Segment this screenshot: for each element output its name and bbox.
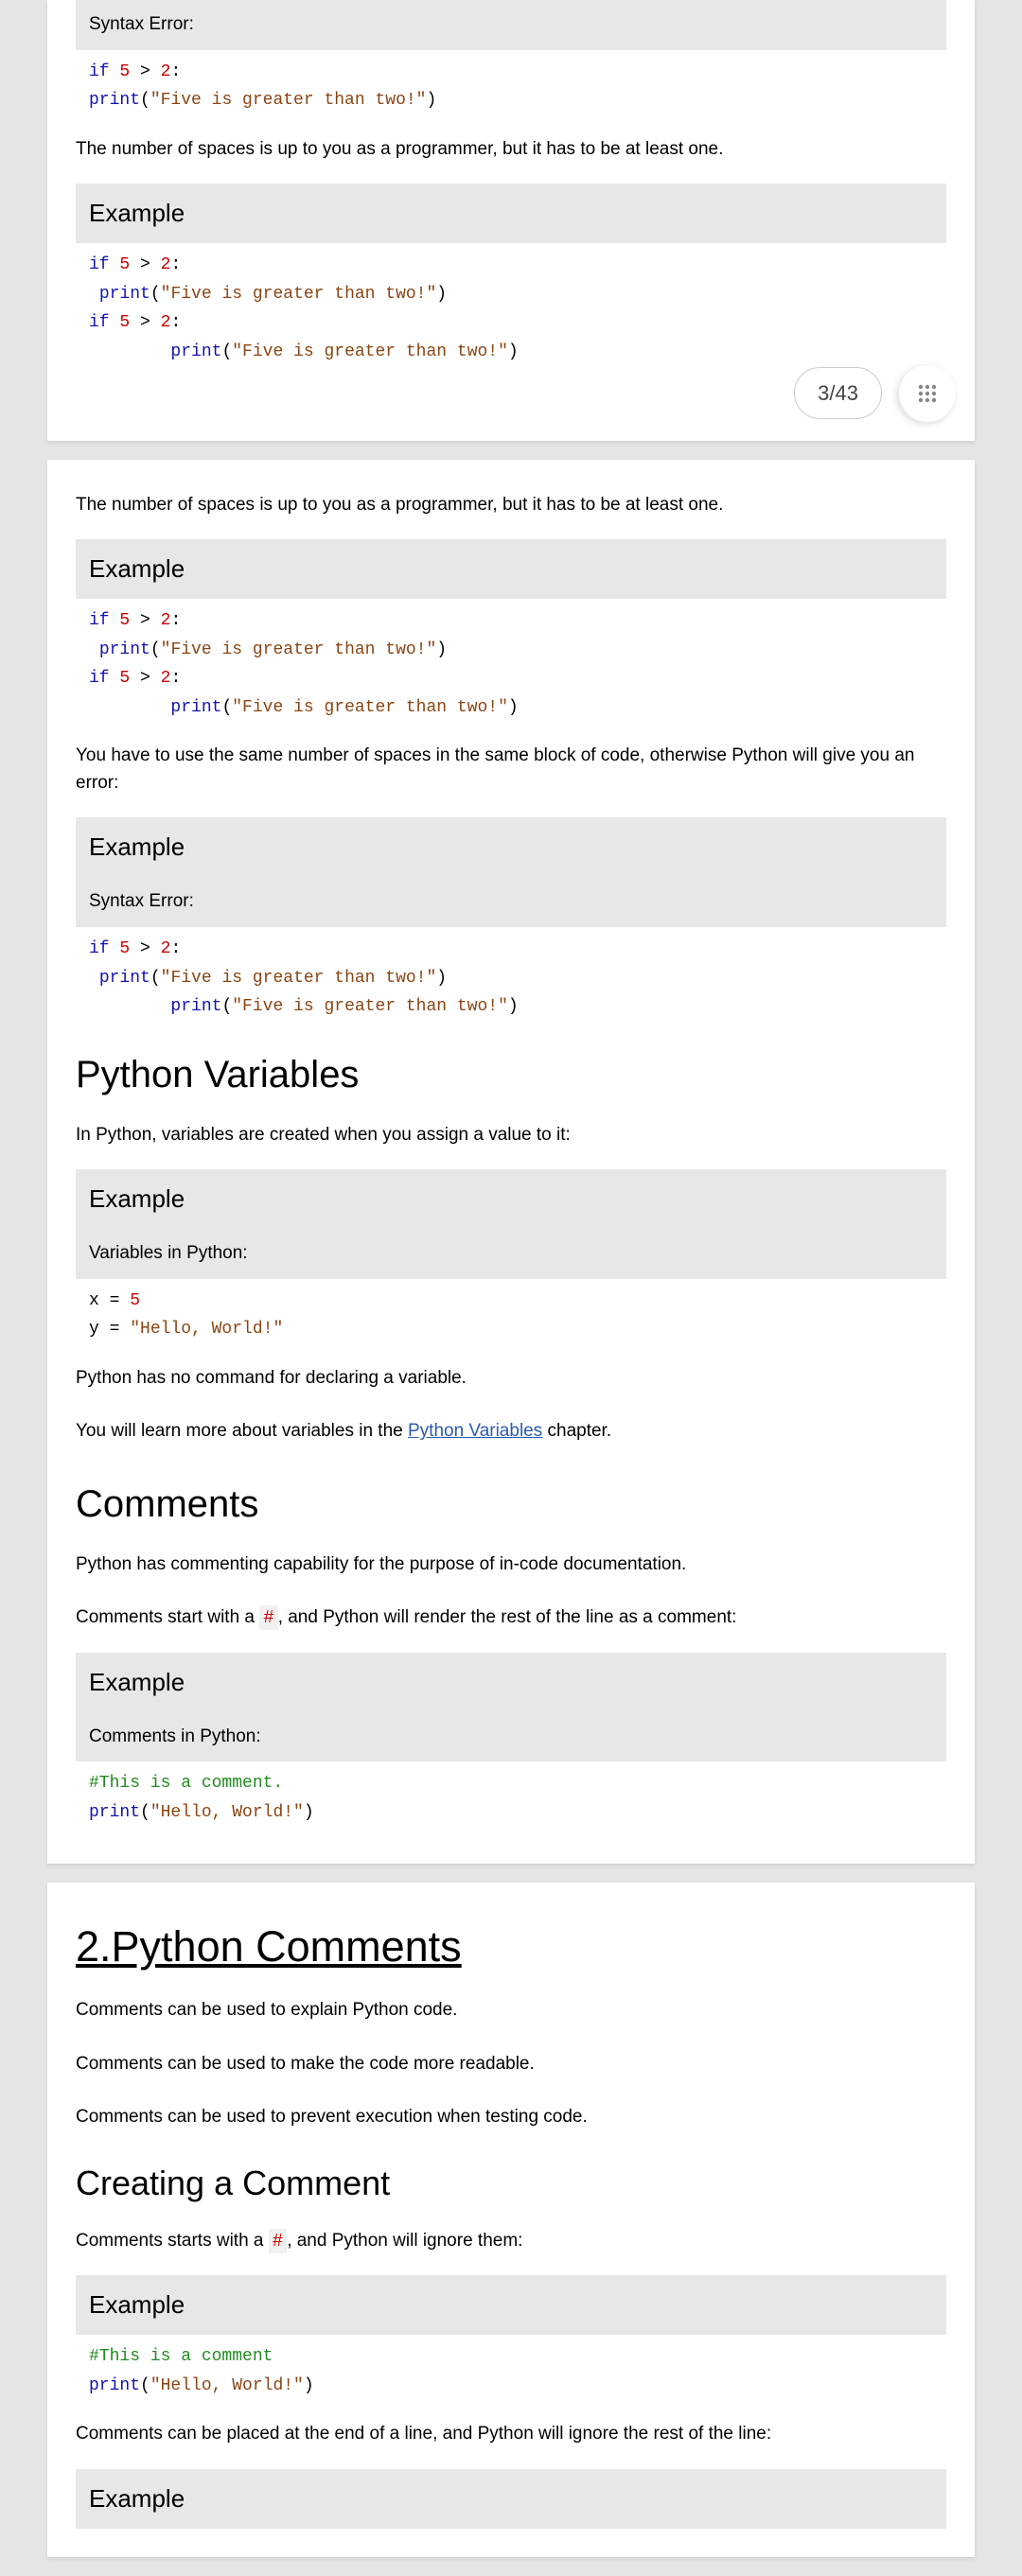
code-string: "Five is greater than two!": [161, 969, 437, 988]
code-keyword: if: [89, 255, 110, 274]
example-heading: Example: [76, 1169, 946, 1229]
menu-button[interactable]: [899, 365, 956, 422]
code-number: 5: [119, 62, 130, 81]
code-block: #This is a comment print("Hello, World!"…: [76, 2335, 946, 2408]
code-string: "Hello, World!": [150, 1803, 304, 1822]
code-comment: #This is a comment.: [89, 1774, 283, 1793]
code-string: "Hello, World!": [130, 1320, 283, 1339]
syntax-error-label: Syntax Error:: [76, 877, 946, 927]
code-string: "Five is greater than two!": [161, 640, 437, 659]
text-fragment: Comments start with a: [76, 1607, 259, 1627]
code-keyword: if: [89, 611, 110, 630]
python-variables-link[interactable]: Python Variables: [408, 1421, 542, 1441]
text-fragment: You will learn more about variables in t…: [76, 1421, 408, 1441]
code-function: print: [170, 997, 221, 1016]
code-text: y =: [89, 1320, 130, 1339]
code-string: "Hello, World!": [150, 2376, 304, 2395]
body-text: Python has commenting capability for the…: [76, 1538, 946, 1592]
code-function: print: [170, 698, 221, 717]
code-number: 2: [161, 313, 171, 332]
section-heading-variables: Python Variables: [76, 1029, 946, 1109]
code-block: #This is a comment. print("Hello, World!…: [76, 1761, 946, 1834]
code-function: print: [170, 342, 221, 361]
code-number: 5: [119, 939, 130, 958]
code-number: 5: [119, 669, 130, 688]
body-text: Comments can be used to prevent executio…: [76, 2091, 946, 2145]
body-text: You will learn more about variables in t…: [76, 1405, 946, 1459]
code-block: x = 5 y = "Hello, World!": [76, 1279, 946, 1352]
example-heading: Example: [76, 1653, 946, 1712]
inline-code: #: [269, 2229, 287, 2253]
page-content: The number of spaces is up to you as a p…: [47, 460, 975, 1835]
code-number: 5: [130, 1291, 140, 1310]
code-comment: #This is a comment: [89, 2347, 273, 2366]
code-string: "Five is greater than two!": [232, 997, 508, 1016]
code-function: print: [89, 1803, 140, 1822]
code-string: "Five is greater than two!": [150, 91, 427, 110]
code-number: 2: [161, 255, 171, 274]
code-number: 5: [119, 313, 130, 332]
text-fragment: , and Python will render the rest of the…: [278, 1607, 737, 1627]
code-block: if 5 > 2: print("Five is greater than tw…: [76, 50, 946, 123]
code-number: 5: [119, 611, 130, 630]
body-text: The number of spaces is up to you as a p…: [76, 479, 946, 533]
code-string: "Five is greater than two!": [232, 342, 508, 361]
page-content: Syntax Error: if 5 > 2: print("Five is g…: [47, 0, 975, 412]
example-heading: Example: [76, 2469, 946, 2529]
body-text: Comments can be used to make the code mo…: [76, 2038, 946, 2092]
text-fragment: , and Python will ignore them:: [287, 2231, 522, 2251]
page-1: Syntax Error: if 5 > 2: print("Five is g…: [47, 0, 975, 441]
code-function: print: [99, 640, 150, 659]
code-block: if 5 > 2: print("Five is greater than tw…: [76, 927, 946, 1029]
example-heading: Example: [76, 817, 946, 877]
code-string: "Five is greater than two!": [161, 285, 437, 304]
page-counter[interactable]: 3/43: [794, 367, 882, 419]
example-subheading: Comments in Python:: [76, 1712, 946, 1762]
code-block: if 5 > 2: print("Five is greater than tw…: [76, 243, 946, 374]
code-keyword: if: [89, 669, 110, 688]
code-block: if 5 > 2: print("Five is greater than tw…: [76, 599, 946, 729]
code-number: 2: [161, 611, 171, 630]
code-number: 5: [119, 255, 130, 274]
text-fragment: chapter.: [542, 1421, 611, 1441]
code-number: 2: [161, 939, 171, 958]
example-heading: Example: [76, 539, 946, 599]
code-string: "Five is greater than two!": [232, 698, 508, 717]
section-heading-comments: Comments: [76, 1459, 946, 1538]
example-heading: Example: [76, 2275, 946, 2335]
code-number: 2: [161, 62, 171, 81]
code-keyword: if: [89, 313, 110, 332]
body-text: The number of spaces is up to you as a p…: [76, 123, 946, 177]
dots-grid-icon: [916, 382, 939, 405]
body-text: Comments start with a #, and Python will…: [76, 1591, 946, 1645]
example-subheading: Variables in Python:: [76, 1229, 946, 1279]
code-keyword: if: [89, 939, 110, 958]
pager: 3/43: [794, 365, 956, 422]
page-3: 2.Python Comments Comments can be used t…: [47, 1883, 975, 2557]
section-heading-creating-comment: Creating a Comment: [76, 2145, 946, 2215]
chapter-heading: 2.Python Comments: [76, 1901, 946, 1985]
code-function: print: [99, 969, 150, 988]
body-text: Comments starts with a #, and Python wil…: [76, 2215, 946, 2269]
code-number: 2: [161, 669, 171, 688]
body-text: Python has no command for declaring a va…: [76, 1352, 946, 1406]
inline-code: #: [259, 1605, 277, 1630]
page-2: The number of spaces is up to you as a p…: [47, 460, 975, 1864]
body-text: Comments can be placed at the end of a l…: [76, 2408, 946, 2462]
text-fragment: Comments starts with a: [76, 2231, 269, 2251]
page-content: 2.Python Comments Comments can be used t…: [47, 1883, 975, 2529]
body-text: Comments can be used to explain Python c…: [76, 1984, 946, 2038]
code-text: x =: [89, 1291, 130, 1310]
body-text: You have to use the same number of space…: [76, 729, 946, 810]
body-text: In Python, variables are created when yo…: [76, 1109, 946, 1163]
example-heading: Example: [76, 184, 946, 243]
code-function: print: [99, 285, 150, 304]
code-keyword: if: [89, 62, 110, 81]
code-function: print: [89, 91, 140, 110]
code-function: print: [89, 2376, 140, 2395]
syntax-error-label: Syntax Error:: [76, 0, 946, 50]
